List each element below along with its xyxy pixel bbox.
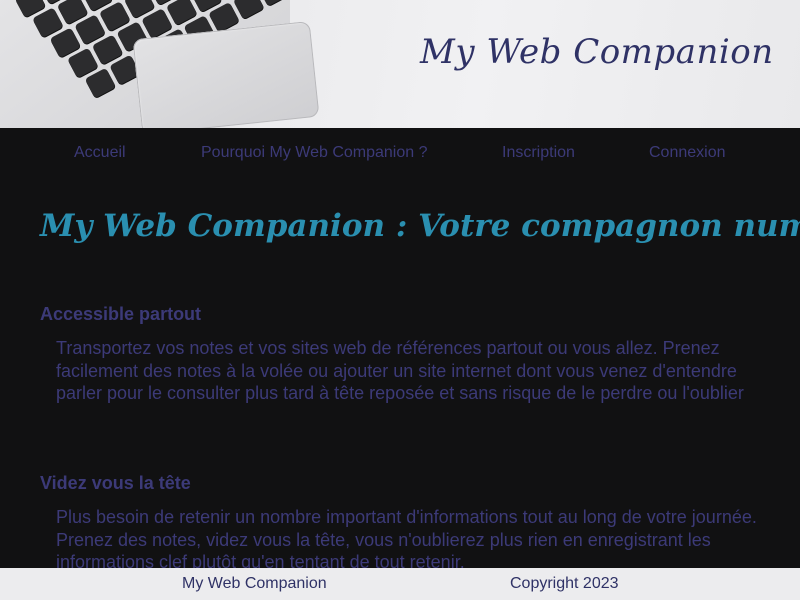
- nav-item-pourquoi[interactable]: Pourquoi My Web Companion ?: [201, 144, 428, 162]
- page-heading: My Web Companion : Votre compagnon numér…: [40, 208, 800, 244]
- nav-item-inscription[interactable]: Inscription: [502, 144, 575, 162]
- nav-item-connexion[interactable]: Connexion: [649, 144, 726, 162]
- section-text-accessible: Transportez vos notes et vos sites web d…: [56, 338, 744, 403]
- header-banner: My Web Companion: [0, 0, 800, 128]
- footer-brand: My Web Companion: [182, 575, 327, 592]
- page: My Web Companion Accueil Pourquoi My Web…: [0, 0, 800, 600]
- main-nav: Accueil Pourquoi My Web Companion ? Insc…: [0, 128, 800, 176]
- section-title-accessible: Accessible partout: [40, 304, 202, 324]
- section-text-videz: Plus besoin de retenir un nombre importa…: [56, 507, 757, 572]
- nav-item-accueil[interactable]: Accueil: [74, 144, 126, 162]
- site-title: My Web Companion: [420, 32, 774, 72]
- footer: My Web Companion Copyright 2023: [0, 568, 800, 600]
- trackpad-image: [132, 20, 320, 128]
- section-title-videz: Videz vous la tête: [40, 473, 191, 493]
- footer-copyright: Copyright 2023: [510, 575, 619, 592]
